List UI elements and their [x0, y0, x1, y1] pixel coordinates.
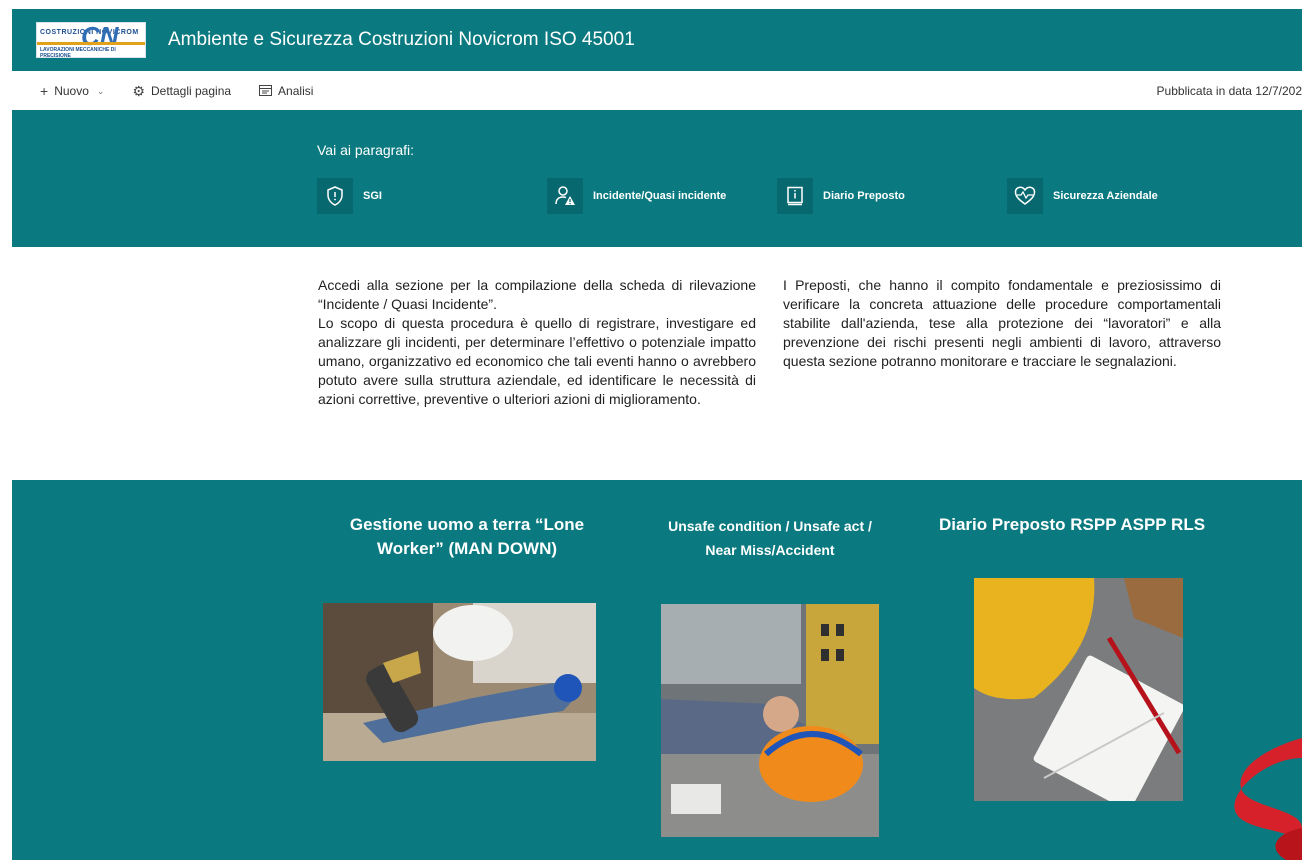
shield-icon — [317, 178, 353, 214]
incident-description: Accedi alla sezione per la compilazione … — [318, 276, 756, 409]
logo-bottom-text: LAVORAZIONI MECCANICHE DI PRECISIONE — [40, 47, 116, 58]
quicklink-label: SGI — [363, 190, 382, 202]
person-warning-icon — [547, 178, 583, 214]
published-date: Pubblicata in data 12/7/202 — [1156, 84, 1302, 98]
page-details-label: Dettagli pagina — [150, 84, 232, 98]
analytics-icon — [259, 83, 273, 99]
card-title-lone-worker[interactable]: Gestione uomo a terra “Lone Worker” (MAN… — [317, 513, 617, 561]
analytics-button[interactable]: Analisi — [259, 83, 313, 99]
chevron-down-icon: ⌄ — [96, 85, 105, 96]
quicklink-incident[interactable]: Incidente/Quasi incidente — [547, 178, 726, 214]
command-bar: + Nuovo ⌄ ⚙ Dettagli pagina Analisi Pubb… — [12, 72, 1302, 110]
card-title-line: Unsafe condition / Unsafe act / — [668, 518, 872, 534]
quicklink-label: Incidente/Quasi incidente — [593, 190, 727, 202]
card-title-diario[interactable]: Diario Preposto RSPP ASPP RLS — [917, 513, 1227, 537]
incident-text-intro: Accedi alla sezione per la compilazione … — [318, 277, 756, 312]
quicklinks-title: Vai ai paragrafi: — [317, 142, 415, 158]
card-title-line: Gestione uomo a terra “Lone — [349, 515, 585, 534]
card-title-unsafe[interactable]: Unsafe condition / Unsafe act / Near Mis… — [630, 514, 910, 562]
man-down-image[interactable] — [323, 603, 596, 761]
page-details-button[interactable]: ⚙ Dettagli pagina — [132, 83, 231, 100]
quicklink-label: Diario Preposto — [823, 190, 905, 202]
injured-worker-image[interactable] — [661, 604, 879, 837]
quicklink-safety[interactable]: Sicurezza Aziendale — [1007, 178, 1158, 214]
quicklinks-section: Vai ai paragrafi: SGI Incidente/Quasi in… — [12, 110, 1302, 247]
helmet-notebook-image[interactable] — [974, 578, 1183, 801]
analytics-label: Analisi — [278, 84, 314, 98]
gear-icon: ⚙ — [132, 82, 145, 99]
preposti-description: I Preposti, che hanno il compito fondame… — [783, 276, 1221, 371]
site-header: COSTRUZIONI NOVICROM CN LAVORAZIONI MECC… — [12, 9, 1302, 71]
quicklink-diario[interactable]: Diario Preposto — [777, 178, 905, 214]
quicklink-label: Sicurezza Aziendale — [1053, 190, 1158, 202]
book-info-icon — [777, 178, 813, 214]
new-button[interactable]: + Nuovo ⌄ — [40, 83, 104, 99]
card-title-line: Near Miss/Accident — [705, 542, 835, 558]
heart-pulse-icon — [1007, 178, 1043, 214]
new-label: Nuovo — [54, 84, 89, 98]
plus-icon: + — [40, 83, 49, 99]
preposti-text: I Preposti, che hanno il compito fondame… — [783, 277, 1221, 369]
quicklink-sgi[interactable]: SGI — [317, 178, 382, 214]
card-title-line: Diario Preposto RSPP ASPP RLS — [938, 515, 1206, 534]
card-title-line: Worker” (MAN DOWN) — [376, 539, 558, 558]
company-logo[interactable]: COSTRUZIONI NOVICROM CN LAVORAZIONI MECC… — [36, 22, 146, 58]
cards-section: Gestione uomo a terra “Lone Worker” (MAN… — [12, 480, 1302, 860]
logo-bar — [37, 42, 145, 45]
site-title[interactable]: Ambiente e Sicurezza Costruzioni Novicro… — [168, 29, 635, 51]
decorative-ribbon — [1206, 738, 1302, 865]
incident-text-body: Lo scopo di questa procedura è quello di… — [318, 315, 756, 407]
